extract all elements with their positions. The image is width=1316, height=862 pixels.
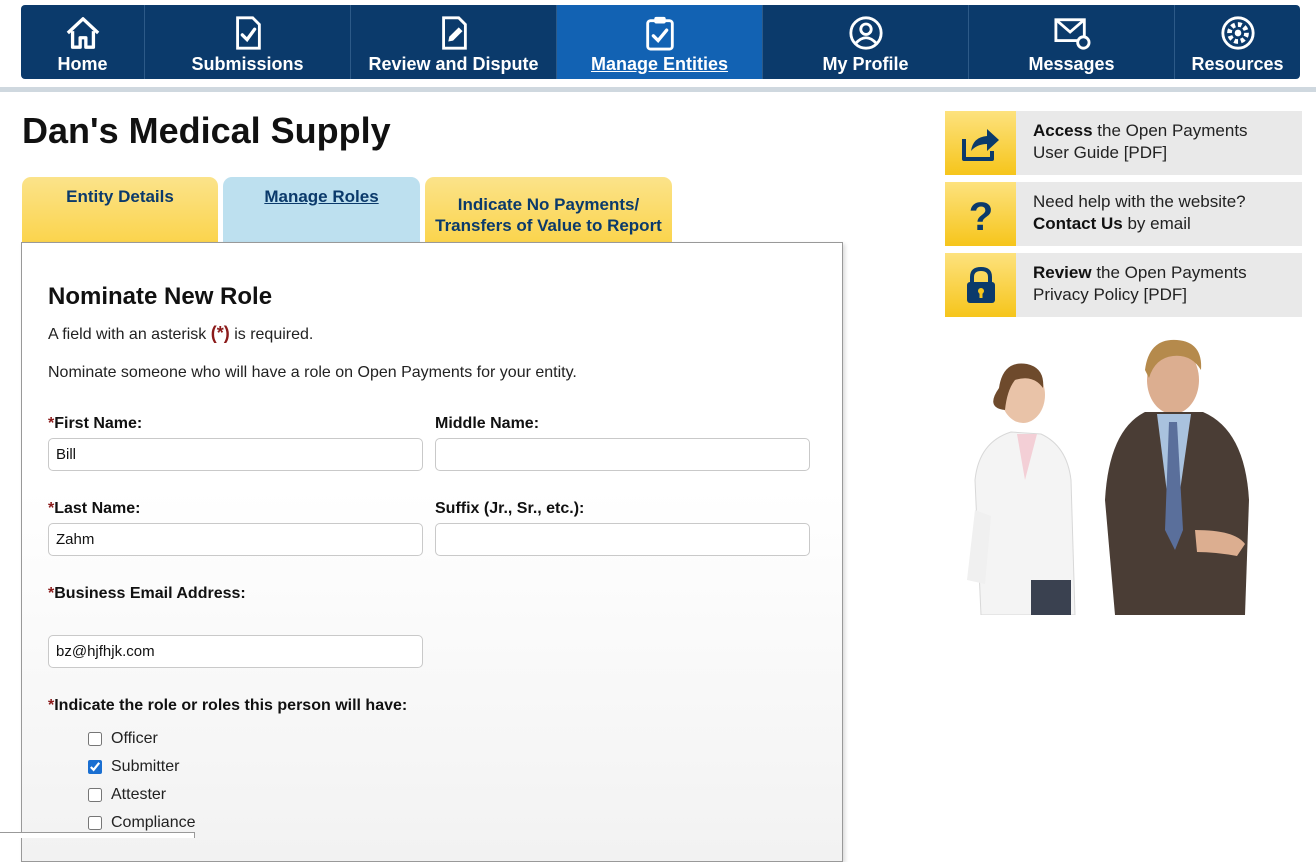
page-title: Dan's Medical Supply: [22, 110, 391, 151]
attester-checkbox[interactable]: [88, 788, 102, 802]
nav-label: My Profile: [822, 53, 909, 74]
label-text: Last Name:: [54, 500, 141, 517]
role-submitter[interactable]: Submitter: [88, 753, 195, 781]
checkbox-label: Officer: [111, 730, 158, 747]
role-attester[interactable]: Attester: [88, 781, 195, 809]
share-arrow-icon: [945, 111, 1016, 175]
envelope-icon: [1052, 14, 1092, 52]
lock-icon: [945, 253, 1016, 317]
nav-review-dispute[interactable]: Review and Dispute: [351, 5, 557, 79]
tab-label-line1: Indicate No Payments/: [457, 194, 640, 214]
tab-manage-roles[interactable]: Manage Roles: [223, 177, 420, 243]
compliance-checkbox[interactable]: [88, 816, 102, 830]
tab-label-line2: Transfers of Value to Report: [435, 215, 662, 235]
nav-divider: [0, 87, 1316, 92]
nav-my-profile[interactable]: My Profile: [763, 5, 969, 79]
svg-text:?: ?: [968, 195, 992, 236]
tab-label: Entity Details: [66, 187, 174, 206]
bottom-element-edge: [0, 832, 195, 838]
question-icon: ?: [945, 182, 1016, 246]
doctor-and-businessman-photo: [967, 339, 1249, 615]
required-note-text-end: is required.: [229, 326, 314, 343]
nav-messages[interactable]: Messages: [969, 5, 1175, 79]
link-text-line2: User Guide [PDF]: [1033, 143, 1168, 162]
link-text: the Open Payments: [1092, 121, 1248, 140]
tab-label: Manage Roles: [264, 187, 379, 206]
first-name-label: *First Name:: [48, 415, 142, 433]
contact-us-link[interactable]: ? Need help with the website? Contact Us…: [945, 182, 1302, 246]
home-icon: [63, 14, 103, 52]
user-circle-icon: [846, 14, 886, 52]
nav-submissions[interactable]: Submissions: [145, 5, 351, 79]
checkbox-label: Attester: [111, 786, 167, 803]
tab-entity-details[interactable]: Entity Details: [22, 177, 218, 243]
first-name-input[interactable]: [48, 438, 423, 471]
last-name-label: *Last Name:: [48, 500, 140, 518]
document-edit-icon: [434, 14, 474, 52]
nav-resources[interactable]: Resources: [1175, 5, 1300, 79]
email-label: *Business Email Address:: [48, 585, 246, 603]
roles-label: *Indicate the role or roles this person …: [48, 697, 407, 715]
user-guide-text: Access the Open Payments User Guide [PDF…: [1016, 111, 1248, 175]
nominate-role-panel: Nominate New Role A field with an asteri…: [21, 242, 843, 862]
checkbox-label: Submitter: [111, 758, 180, 775]
nav-manage-entities[interactable]: Manage Entities: [557, 5, 763, 79]
link-text-line2: Privacy Policy [PDF]: [1033, 285, 1187, 304]
link-bold: Review: [1033, 263, 1092, 282]
user-guide-link[interactable]: Access the Open Payments User Guide [PDF…: [945, 111, 1302, 175]
submitter-checkbox[interactable]: [88, 760, 102, 774]
tab-bar: Entity Details Manage Roles Indicate No …: [22, 177, 677, 243]
nav-label: Resources: [1191, 53, 1284, 74]
privacy-policy-link[interactable]: Review the Open Payments Privacy Policy …: [945, 253, 1302, 317]
link-text-line2: by email: [1122, 214, 1191, 233]
nav-home[interactable]: Home: [21, 5, 145, 79]
required-note-text: A field with an asterisk: [48, 326, 211, 343]
clipboard-check-icon: [640, 14, 680, 52]
required-note: A field with an asterisk (*) is required…: [48, 323, 313, 344]
nav-label: Home: [57, 53, 108, 74]
roles-checkbox-list: Officer Submitter Attester Compliance: [88, 725, 195, 837]
link-text: Need help with the website?: [1033, 192, 1246, 211]
label-text: First Name:: [54, 415, 143, 432]
privacy-policy-text: Review the Open Payments Privacy Policy …: [1016, 253, 1247, 317]
officer-checkbox[interactable]: [88, 732, 102, 746]
required-mark: (*): [210, 323, 230, 343]
link-text: the Open Payments: [1091, 263, 1247, 282]
suffix-input[interactable]: [435, 523, 810, 556]
email-input[interactable]: [48, 635, 423, 668]
link-bold: Access: [1033, 121, 1093, 140]
nav-label: Review and Dispute: [368, 53, 539, 74]
nav-label: Manage Entities: [590, 53, 729, 74]
label-text: Business Email Address:: [54, 585, 246, 602]
tab-indicate-no-payments[interactable]: Indicate No Payments/ Transfers of Value…: [425, 177, 672, 243]
suffix-label: Suffix (Jr., Sr., etc.):: [435, 500, 585, 517]
form-intro: Nominate someone who will have a role on…: [48, 364, 577, 381]
form-title: Nominate New Role: [48, 283, 273, 310]
link-bold: Contact Us: [1033, 214, 1123, 233]
nav-label: Messages: [1028, 53, 1115, 74]
nav-label: Submissions: [191, 53, 304, 74]
main-nav: Home Submissions Review and Dispute Mana…: [21, 5, 1300, 79]
checkbox-label: Compliance: [111, 814, 196, 831]
role-officer[interactable]: Officer: [88, 725, 195, 753]
contact-us-text: Need help with the website? Contact Us b…: [1016, 182, 1246, 246]
gear-icon: [1218, 14, 1258, 52]
document-check-icon: [228, 14, 268, 52]
label-text: Indicate the role or roles this person w…: [54, 697, 408, 714]
middle-name-input[interactable]: [435, 438, 810, 471]
last-name-input[interactable]: [48, 523, 423, 556]
middle-name-label: Middle Name:: [435, 415, 540, 432]
